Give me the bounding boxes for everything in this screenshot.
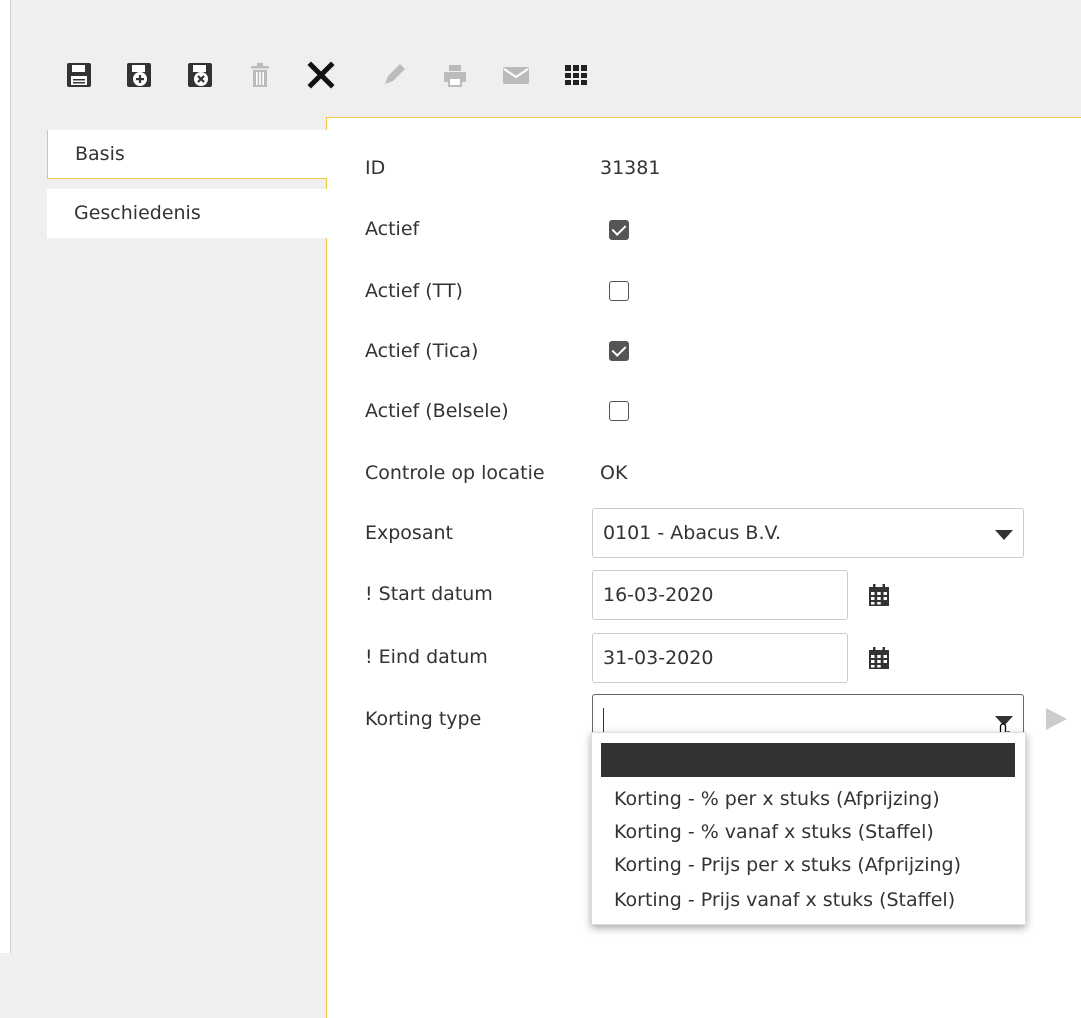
close-icon xyxy=(307,61,335,89)
dropdown-option[interactable]: Korting - Prijs vanaf x stuks (Staffel) xyxy=(614,889,955,911)
dropdown-option[interactable]: Korting - Prijs per x stuks (Afprijzing) xyxy=(614,854,961,876)
grid-button[interactable] xyxy=(559,58,593,92)
exposant-select[interactable]: 0101 - Abacus B.V. xyxy=(592,508,1024,558)
actief-belsele-label: Actief (Belsele) xyxy=(365,400,509,422)
actief-checkbox[interactable] xyxy=(609,220,629,240)
id-value: 31381 xyxy=(600,157,661,179)
print-button[interactable] xyxy=(438,58,472,92)
actief-tt-label: Actief (TT) xyxy=(365,280,463,302)
mail-button[interactable] xyxy=(499,58,533,92)
exposant-value: 0101 - Abacus B.V. xyxy=(603,522,782,544)
delete-button[interactable] xyxy=(243,58,277,92)
start-datum-value: 16-03-2020 xyxy=(603,584,714,606)
korting-type-label: Korting type xyxy=(365,708,482,730)
close-button[interactable] xyxy=(304,58,338,92)
text-cursor xyxy=(603,707,604,732)
save-icon xyxy=(67,63,91,87)
korting-type-dropdown: Korting - % per x stuks (Afprijzing) Kor… xyxy=(591,732,1026,925)
eind-datum-label: ! Eind datum xyxy=(365,646,488,668)
actief-tt-checkbox[interactable] xyxy=(609,281,629,301)
start-datum-label: ! Start datum xyxy=(365,583,493,605)
mail-icon xyxy=(503,67,529,84)
id-label: ID xyxy=(365,157,386,179)
calendar-icon[interactable] xyxy=(867,646,891,670)
tab-basis[interactable]: Basis xyxy=(47,130,327,179)
dropdown-option[interactable]: Korting - % per x stuks (Afprijzing) xyxy=(614,788,940,810)
edit-button[interactable] xyxy=(377,58,411,92)
save-close-icon xyxy=(188,63,212,87)
controle-value: OK xyxy=(600,462,628,484)
dropdown-option[interactable]: Korting - % vanaf x stuks (Staffel) xyxy=(614,821,934,843)
exposant-label: Exposant xyxy=(365,522,453,544)
tab-geschiedenis[interactable]: Geschiedenis xyxy=(47,189,327,238)
actief-tica-checkbox[interactable] xyxy=(609,341,629,361)
calendar-icon[interactable] xyxy=(867,583,891,607)
delete-icon xyxy=(251,63,269,87)
controle-label: Controle op locatie xyxy=(365,462,545,484)
actief-tica-label: Actief (Tica) xyxy=(365,340,479,362)
actief-belsele-checkbox[interactable] xyxy=(609,401,629,421)
save-button[interactable] xyxy=(62,58,96,92)
eind-datum-value: 31-03-2020 xyxy=(603,647,714,669)
play-arrow-icon[interactable] xyxy=(1044,707,1070,731)
save-new-button[interactable] xyxy=(122,58,156,92)
eind-datum-input[interactable]: 31-03-2020 xyxy=(592,633,848,683)
dropdown-option-empty[interactable] xyxy=(601,743,1015,777)
print-icon xyxy=(444,65,466,87)
chevron-down-icon xyxy=(995,530,1013,540)
save-close-button[interactable] xyxy=(183,58,217,92)
left-border xyxy=(0,0,11,953)
grid-icon xyxy=(565,65,587,85)
actief-label: Actief xyxy=(365,218,420,240)
save-new-icon xyxy=(127,63,151,87)
edit-icon xyxy=(385,64,405,84)
start-datum-input[interactable]: 16-03-2020 xyxy=(592,570,848,620)
